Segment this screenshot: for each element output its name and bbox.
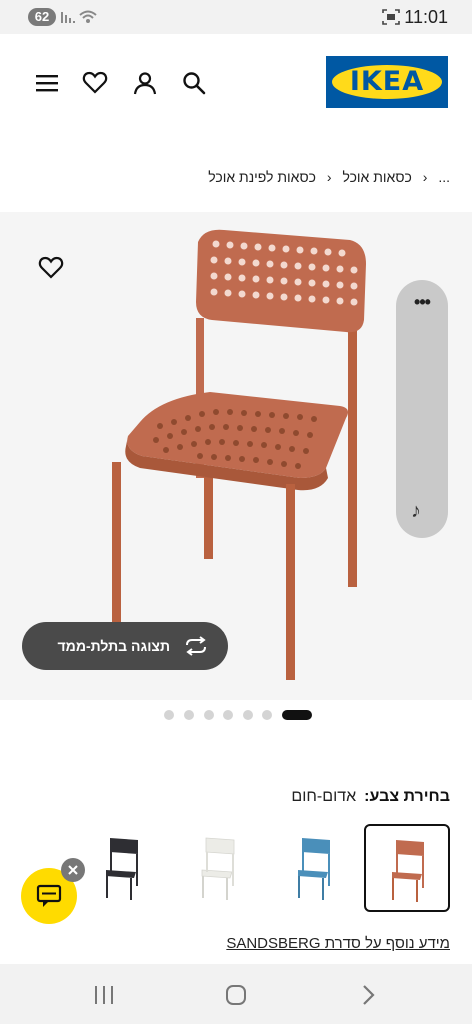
battery-indicator: 62 [28,8,56,26]
music-note-icon[interactable]: ♪ [411,500,421,523]
screen-recorder-icon [382,9,400,25]
chair-thumbnail [201,837,235,900]
pagination-dot[interactable] [204,710,214,720]
header: IKEA [0,34,472,130]
color-option-blue[interactable] [272,824,356,912]
system-navigation-bar [0,964,472,1024]
ikea-logo[interactable]: IKEA [326,56,448,108]
logo-text: IKEA [349,66,425,97]
chair-thumbnail [106,838,138,900]
close-icon [68,865,78,875]
color-option-white[interactable] [176,824,260,912]
chair-thumbnail [392,840,424,902]
selected-color-value: אדום-חום [291,788,357,805]
pagination-dot-active[interactable] [282,710,312,720]
recents-icon[interactable] [90,982,118,1008]
logo-oval: IKEA [332,65,442,99]
menu-icon[interactable] [34,70,60,96]
wifi-icon [79,10,97,23]
breadcrumb: ... ‹ כסאות אוכל ‹ כסאות לפינת אוכל [208,168,450,190]
view-in-3d-button[interactable]: תצוגה בתלת-ממד [22,622,228,670]
more-options-icon[interactable]: ••• [407,292,437,312]
rotate-3d-icon [186,636,206,656]
breadcrumb-item-dining-chairs[interactable]: כסאות אוכל [342,169,411,185]
pagination-dot[interactable] [184,710,194,720]
home-icon[interactable] [222,982,250,1008]
pagination-dot[interactable] [223,710,233,720]
breadcrumb-item-dining-corner-chairs[interactable]: כסאות לפינת אוכל [208,169,316,185]
color-selection-label: בחירת צבע: [364,788,450,805]
search-icon[interactable] [181,70,207,96]
chat-close-button[interactable] [61,858,85,882]
pagination-dot[interactable] [164,710,174,720]
color-selection-row: בחירת צבע: אדום-חום [291,788,450,806]
breadcrumb-ellipsis[interactable]: ... [438,169,450,185]
heart-icon[interactable] [82,70,108,96]
chevron-left-icon: ‹ [326,169,332,186]
color-option-red-brown[interactable] [364,824,450,912]
product-chair-image [112,229,366,680]
status-bar: 62 11:01 [0,0,472,34]
clock: 11:01 [404,7,448,27]
back-icon[interactable] [354,982,382,1008]
view-in-3d-label: תצוגה בתלת-ממד [57,638,171,654]
pagination-dot[interactable] [243,710,253,720]
color-option-black[interactable] [80,824,164,912]
user-icon[interactable] [132,70,158,96]
side-floating-panel[interactable]: ••• ♪ [396,280,448,538]
series-info-link[interactable]: מידע נוסף על סדרת SANDSBERG [226,935,450,952]
signal-icon [61,12,75,23]
chair-thumbnail [298,838,330,900]
chevron-left-icon: ‹ [422,169,428,186]
add-to-favorites-icon[interactable] [38,256,64,280]
pagination-dot[interactable] [262,710,272,720]
